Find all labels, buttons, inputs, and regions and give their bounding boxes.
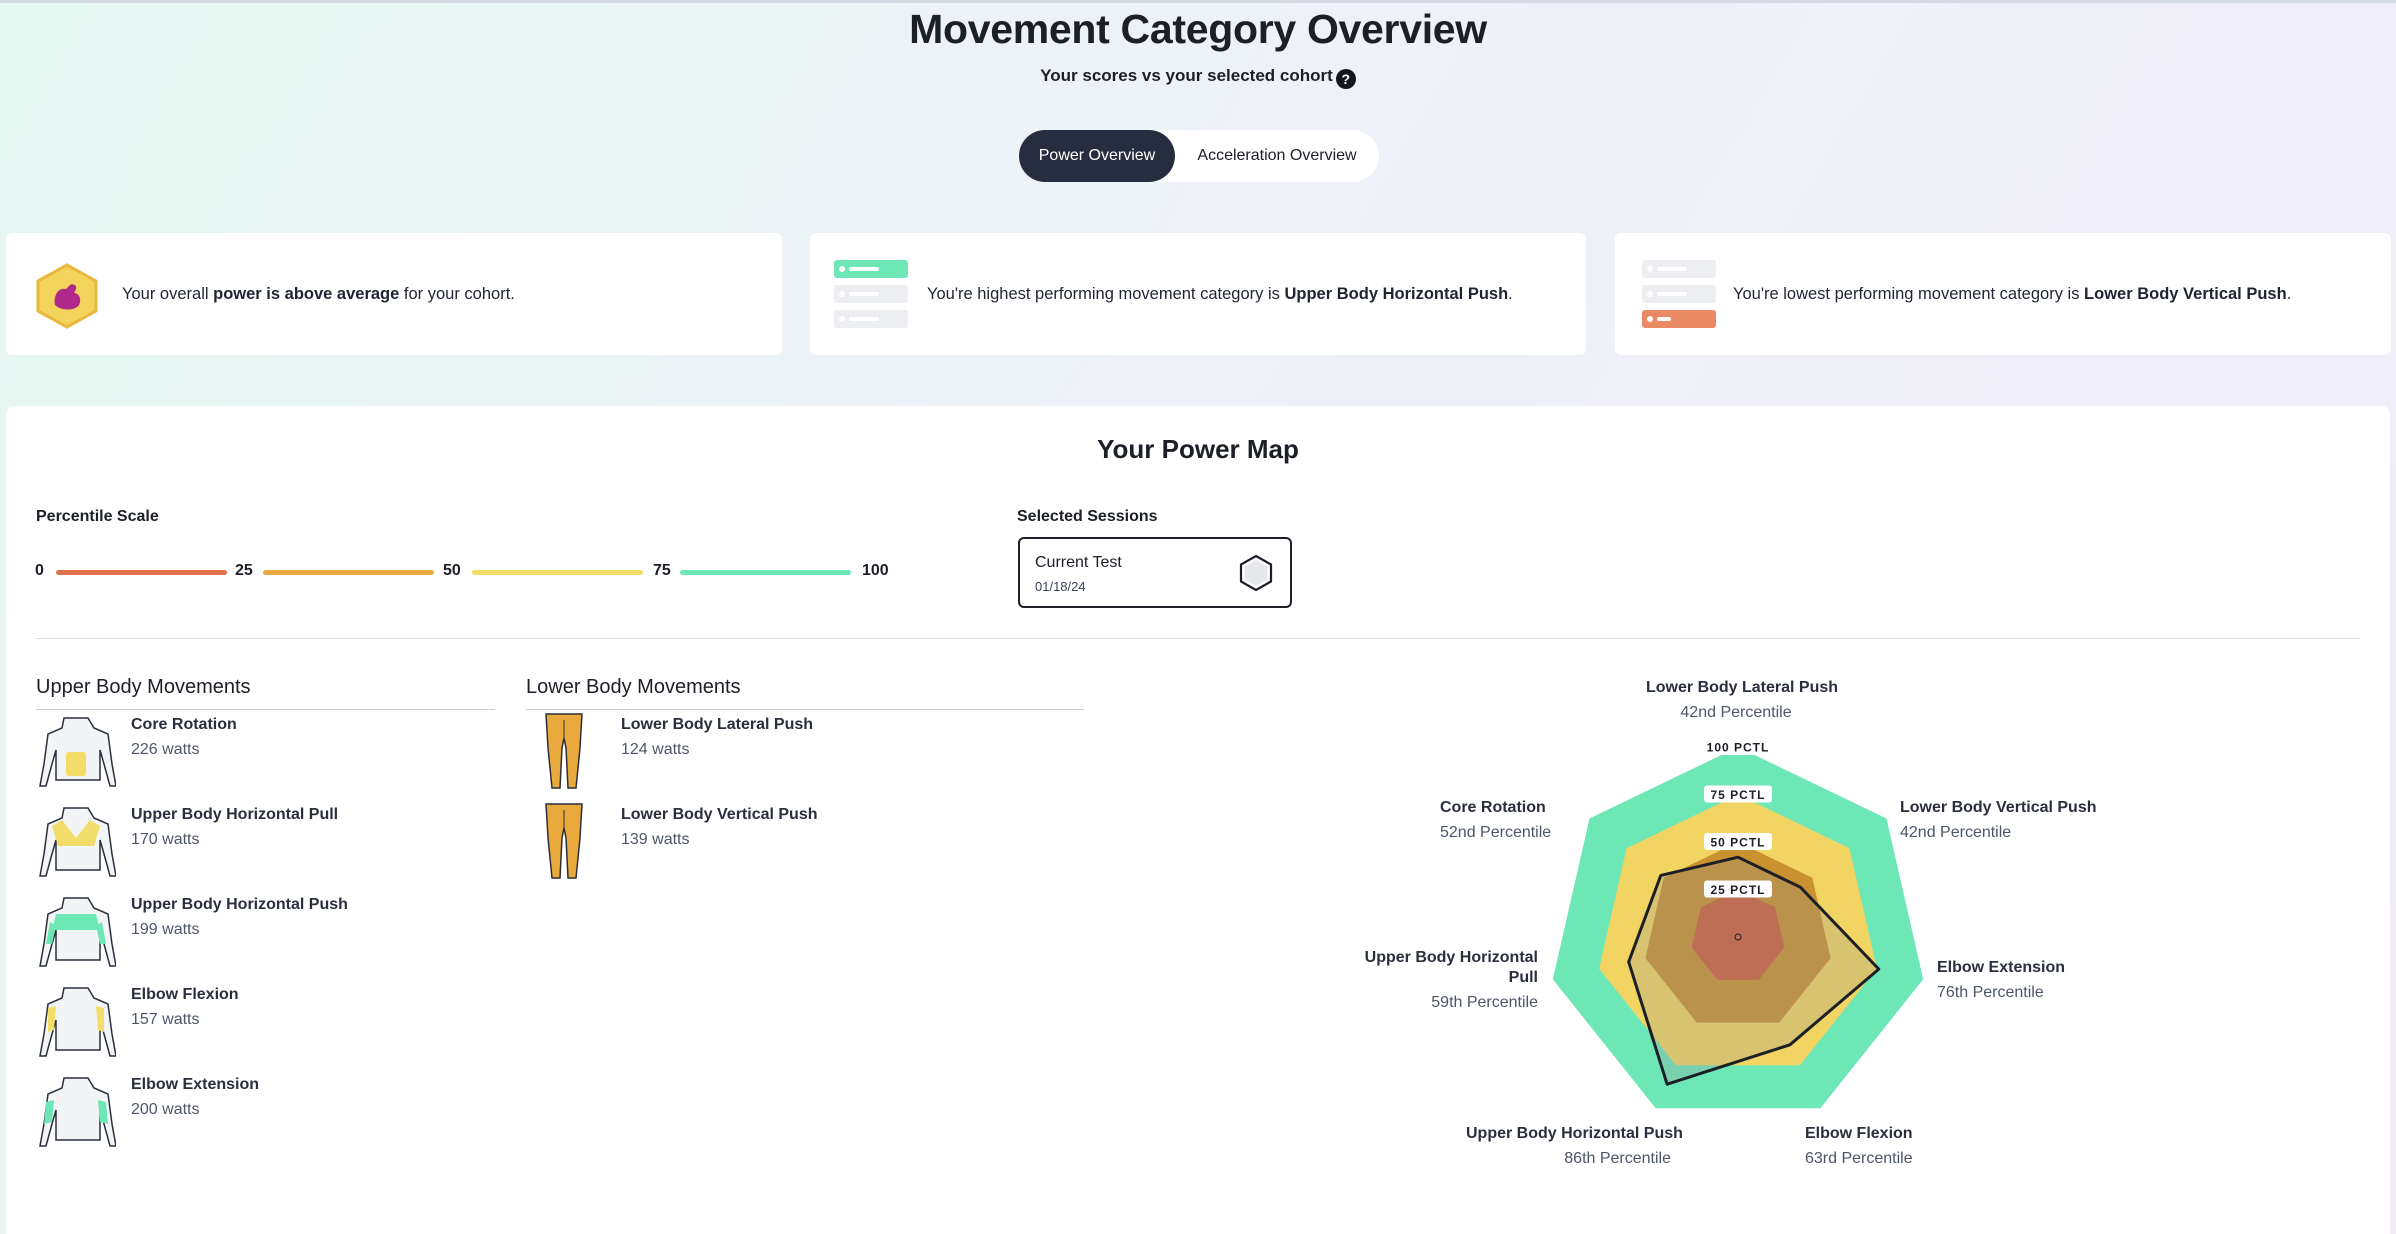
movement-name: Elbow Flexion	[131, 986, 239, 1003]
scale-tick-50: 50	[443, 562, 461, 579]
movement-name: Upper Body Horizontal Push	[131, 896, 348, 913]
movement-watts: 124 watts	[621, 741, 690, 758]
session-date: 01/18/24	[1035, 579, 1086, 594]
radar-axis-name: Lower Body Lateral Push	[1646, 679, 1839, 696]
radar-label-upper-body-horizontal-pull: Upper Body Horizontal Pull 59th Percenti…	[1364, 948, 1538, 1013]
lower-body-rule	[526, 709, 1084, 710]
power-overview-tab[interactable]: Power Overview	[1019, 130, 1175, 182]
scale-bar-50-75	[472, 570, 643, 575]
radar-axis-percentile: 86th Percentile	[1564, 1150, 1671, 1167]
overview-toggle: Power Overview Acceleration Overview	[1019, 130, 1379, 182]
insight-text-before: You're lowest performing movement catego…	[1733, 284, 2080, 303]
torso-chest-icon	[39, 897, 116, 967]
insight-text-lowest: You're lowest performing movement catego…	[1733, 233, 2291, 355]
radar-axis-name: Upper Body Horizontal Push	[1466, 1125, 1683, 1142]
torso-biceps-icon	[39, 987, 116, 1057]
bottom-ranked-list-icon	[1642, 260, 1716, 328]
scale-tick-75: 75	[653, 562, 671, 579]
upper-body-heading: Upper Body Movements	[36, 676, 251, 698]
movement-watts: 226 watts	[131, 741, 200, 758]
top-ranked-list-icon	[834, 260, 908, 328]
torso-triceps-icon	[39, 1077, 116, 1147]
radar-axis-name: Elbow Flexion	[1805, 1125, 1913, 1142]
lower-body-heading: Lower Body Movements	[526, 676, 741, 698]
movement-name: Elbow Extension	[131, 1076, 260, 1093]
insight-bold: power is above average	[213, 284, 400, 303]
radar-label-lower-body-vertical-push: Lower Body Vertical Push 42nd Percentile	[1900, 798, 2097, 843]
radar-axis-name: Lower Body Vertical Push	[1900, 799, 2097, 816]
movement-name: Core Rotation	[131, 716, 237, 733]
insight-bold: Lower Body Vertical Push	[2084, 284, 2287, 303]
radar-label-elbow-extension: Elbow Extension 76th Percentile	[1937, 958, 2065, 1003]
insight-text-highest: You're highest performing movement categ…	[927, 233, 1513, 355]
upper-body-rule	[36, 709, 495, 710]
radar-axis-percentile: 52nd Percentile	[1440, 824, 1552, 841]
selected-sessions-label: Selected Sessions	[1017, 508, 1158, 525]
insight-bold: Upper Body Horizontal Push	[1284, 284, 1509, 303]
insight-text-after: .	[2286, 284, 2292, 303]
acceleration-overview-tab[interactable]: Acceleration Overview	[1175, 130, 1379, 182]
scale-tick-0: 0	[35, 562, 44, 579]
radar-label-lower-body-lateral-push: Lower Body Lateral Push 42nd Percentile	[1646, 678, 1839, 723]
ring-label: 50 PCTL	[1710, 836, 1765, 850]
page-subtitle: Your scores vs your selected cohort?	[0, 66, 2396, 89]
radar-axis-percentile: 42nd Percentile	[1680, 704, 1792, 721]
movement-name: Upper Body Horizontal Pull	[131, 806, 339, 823]
insight-text-before: Your overall	[122, 284, 209, 303]
insight-text-after: for your cohort.	[403, 284, 515, 303]
scale-tick-100: 100	[862, 562, 889, 579]
insight-card-highest: You're highest performing movement categ…	[810, 233, 1586, 355]
scale-bar-75-100	[680, 570, 851, 575]
radar-axis-percentile: 59th Percentile	[1431, 994, 1538, 1011]
radar-axis-percentile: 42nd Percentile	[1900, 824, 2012, 841]
top-border	[0, 0, 2396, 3]
session-card-current[interactable]: Current Test 01/18/24	[1018, 537, 1292, 608]
radar-axis-percentile: 76th Percentile	[1937, 984, 2044, 1001]
radar-axis-name: Core Rotation	[1440, 799, 1546, 816]
legs-icon	[545, 713, 583, 789]
insight-text-before: You're highest performing movement categ…	[927, 284, 1280, 303]
flexed-arm-badge-icon	[36, 263, 98, 329]
movement-watts: 199 watts	[131, 921, 200, 938]
movement-name: Lower Body Lateral Push	[621, 716, 814, 733]
question-circle-icon[interactable]: ?	[1335, 69, 1356, 89]
movement-watts: 200 watts	[131, 1101, 200, 1118]
scale-bar-0-25	[56, 570, 227, 575]
radar-label-upper-body-horizontal-push: Upper Body Horizontal Push 86th Percenti…	[1466, 1124, 1683, 1169]
scale-bar-25-50	[263, 570, 434, 575]
subtitle-text: Your scores vs your selected cohort	[1040, 66, 1333, 85]
torso-core-icon	[39, 717, 116, 787]
torso-back-icon	[39, 807, 116, 877]
movement-watts: 157 watts	[131, 1011, 200, 1028]
session-name: Current Test	[1035, 554, 1122, 571]
hexagon-icon	[1239, 554, 1273, 592]
ring-label: 25 PCTL	[1710, 883, 1765, 897]
ring-label: 100 PCTL	[1707, 741, 1770, 755]
movement-watts: 170 watts	[131, 831, 200, 848]
page-title: Movement Category Overview	[909, 6, 1487, 52]
movement-watts: 139 watts	[621, 831, 690, 848]
insight-text-overall: Your overall power is above average for …	[122, 233, 515, 355]
insight-text-after: .	[1508, 284, 1513, 303]
power-map-title: Your Power Map	[1097, 434, 1299, 464]
section-divider	[36, 638, 2360, 639]
radar-axis-name: Upper Body Horizontal Pull	[1364, 949, 1538, 986]
legs-icon	[545, 803, 583, 879]
insight-card-overall: Your overall power is above average for …	[6, 233, 782, 355]
radar-label-core-rotation: Core Rotation 52nd Percentile	[1440, 798, 1552, 843]
radar-label-elbow-flexion: Elbow Flexion 63rd Percentile	[1805, 1124, 1913, 1169]
radar-axis-name: Elbow Extension	[1937, 959, 2066, 976]
scale-tick-25: 25	[235, 562, 253, 579]
insight-card-lowest: You're lowest performing movement catego…	[1615, 233, 2391, 355]
ring-label: 75 PCTL	[1710, 788, 1765, 802]
power-radar-chart: 100 PCTL 75 PCTL 50 PCTL 25 PCTL	[1552, 738, 1924, 1109]
percentile-scale-label: Percentile Scale	[36, 508, 159, 525]
movement-name: Lower Body Vertical Push	[621, 806, 818, 823]
radar-axis-percentile: 63rd Percentile	[1805, 1150, 1913, 1167]
